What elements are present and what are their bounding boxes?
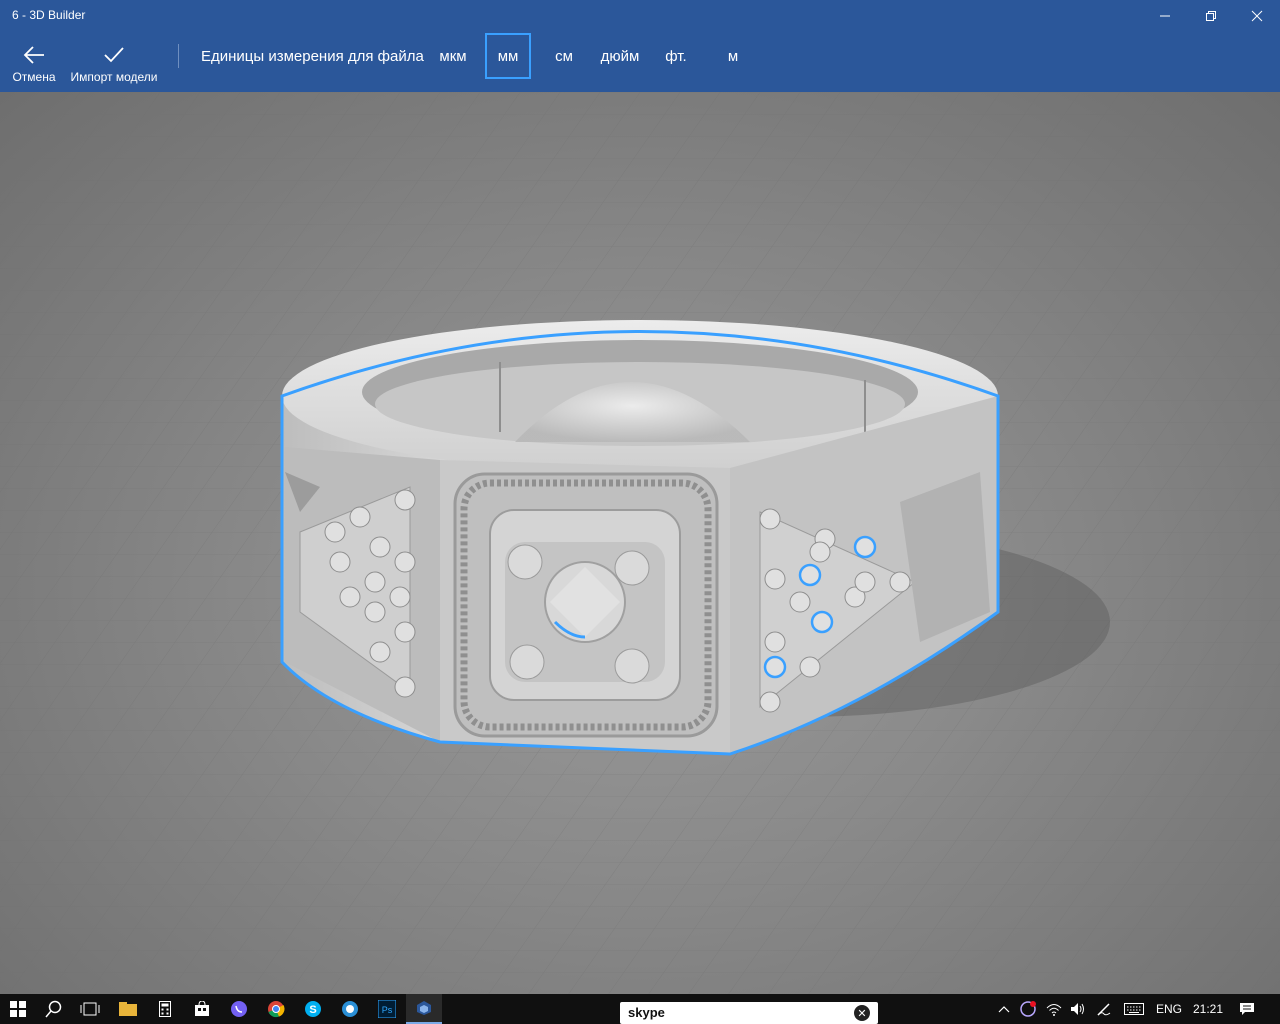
unit-option-meter[interactable]: м — [710, 33, 756, 79]
taskbar-file-explorer[interactable] — [110, 994, 146, 1024]
bead — [394, 551, 416, 573]
tray-volume[interactable] — [1066, 994, 1090, 1024]
viber-icon — [231, 1001, 247, 1017]
bead — [394, 621, 416, 643]
scene — [0, 92, 1280, 994]
bead — [369, 536, 391, 558]
bead — [764, 568, 786, 590]
taskbar-3d-builder[interactable] — [406, 994, 442, 1024]
bead — [798, 563, 822, 587]
svg-text:S: S — [309, 1004, 316, 1016]
svg-text:Ps: Ps — [382, 1005, 393, 1015]
bead — [799, 656, 821, 678]
command-bar: Отмена Импорт модели Единицы измерения д… — [0, 32, 1280, 92]
title-bar: 6 - 3D Builder — [0, 0, 1280, 32]
bead — [853, 535, 877, 559]
search-button[interactable] — [36, 994, 72, 1024]
bead — [394, 489, 416, 511]
bead — [854, 571, 876, 593]
store-icon — [195, 1001, 209, 1016]
chrome-icon — [268, 1001, 285, 1018]
taskbar-photoshop[interactable]: Ps — [369, 994, 405, 1024]
taskbar-viber[interactable] — [221, 994, 257, 1024]
show-hidden-icons-button[interactable] — [994, 994, 1014, 1024]
bead — [809, 541, 831, 563]
import-model-button[interactable]: Импорт модели — [68, 32, 160, 92]
file-explorer-icon — [119, 1002, 137, 1016]
unit-option-centimeter[interactable]: см — [541, 33, 587, 79]
unit-option-micrometer[interactable]: мкм — [430, 33, 476, 79]
tray-keyboard[interactable] — [1120, 994, 1148, 1024]
action-center-button[interactable] — [1232, 994, 1262, 1024]
bead — [364, 571, 386, 593]
bead — [389, 586, 411, 608]
minimize-button[interactable] — [1142, 0, 1188, 32]
bead — [364, 601, 386, 623]
bead — [394, 676, 416, 698]
bead — [764, 631, 786, 653]
tray-viber[interactable] — [1016, 994, 1040, 1024]
tray-network[interactable] — [1042, 994, 1066, 1024]
bead — [759, 508, 781, 530]
bead — [369, 641, 391, 663]
bead — [789, 591, 811, 613]
unit-option-inch[interactable]: дюйм — [597, 33, 643, 79]
checkmark-icon — [104, 47, 124, 63]
restore-button[interactable] — [1188, 0, 1234, 32]
3d-viewport[interactable] — [0, 92, 1280, 994]
unit-option-millimeter[interactable]: мм — [485, 33, 531, 79]
back-arrow-icon — [23, 46, 44, 64]
window-title: 6 - 3D Builder — [12, 8, 86, 22]
minimize-icon — [1160, 15, 1170, 17]
language-indicator[interactable]: ENG — [1152, 994, 1186, 1024]
bead — [889, 571, 911, 593]
photoshop-icon: Ps — [378, 1000, 396, 1018]
taskbar: S Ps skype ✕ ENG 21:21 — [0, 994, 1280, 1024]
chevron-up-icon — [998, 1006, 1010, 1013]
cancel-button[interactable]: Отмена — [10, 32, 58, 92]
cancel-label: Отмена — [12, 70, 56, 84]
taskbar-chrome[interactable] — [258, 994, 294, 1024]
bead — [810, 610, 834, 634]
wifi-icon — [1046, 1004, 1062, 1016]
search-icon — [45, 1000, 62, 1018]
task-view-icon — [80, 1002, 100, 1016]
close-icon[interactable]: ✕ — [854, 1005, 870, 1021]
windows-start-icon — [10, 1001, 26, 1017]
unit-option-foot[interactable]: фт. — [653, 33, 699, 79]
skype-logo: skype — [628, 1005, 665, 1020]
taskbar-app[interactable] — [332, 994, 368, 1024]
pen-icon — [1097, 1003, 1111, 1016]
keyboard-icon — [1124, 1003, 1144, 1015]
skype-notification-bar[interactable]: skype ✕ — [620, 1002, 878, 1024]
taskbar-calculator[interactable] — [147, 994, 183, 1024]
taskbar-skype[interactable]: S — [295, 994, 331, 1024]
taskbar-store[interactable] — [184, 994, 220, 1024]
volume-icon — [1071, 1003, 1084, 1015]
start-button[interactable] — [0, 994, 36, 1024]
bead — [349, 506, 371, 528]
tray-pen[interactable] — [1092, 994, 1116, 1024]
restore-icon — [1206, 11, 1216, 21]
viber-icon — [1020, 1001, 1036, 1017]
close-button[interactable] — [1234, 0, 1280, 32]
close-icon — [1251, 10, 1263, 22]
bead — [329, 551, 351, 573]
import-model-label: Импорт модели — [70, 70, 158, 84]
separator — [178, 44, 179, 68]
bead — [759, 691, 781, 713]
file-units-label: Единицы измерения для файла — [201, 48, 424, 65]
bead — [339, 586, 361, 608]
clock[interactable]: 21:21 — [1188, 994, 1228, 1024]
task-view-button[interactable] — [72, 994, 108, 1024]
notifications-icon — [1240, 1003, 1254, 1015]
skype-icon: S — [305, 1001, 321, 1017]
app-icon — [342, 1001, 358, 1017]
bead — [324, 521, 346, 543]
calculator-icon — [159, 1001, 171, 1017]
3d-builder-icon — [417, 1001, 431, 1015]
bead — [763, 655, 787, 679]
